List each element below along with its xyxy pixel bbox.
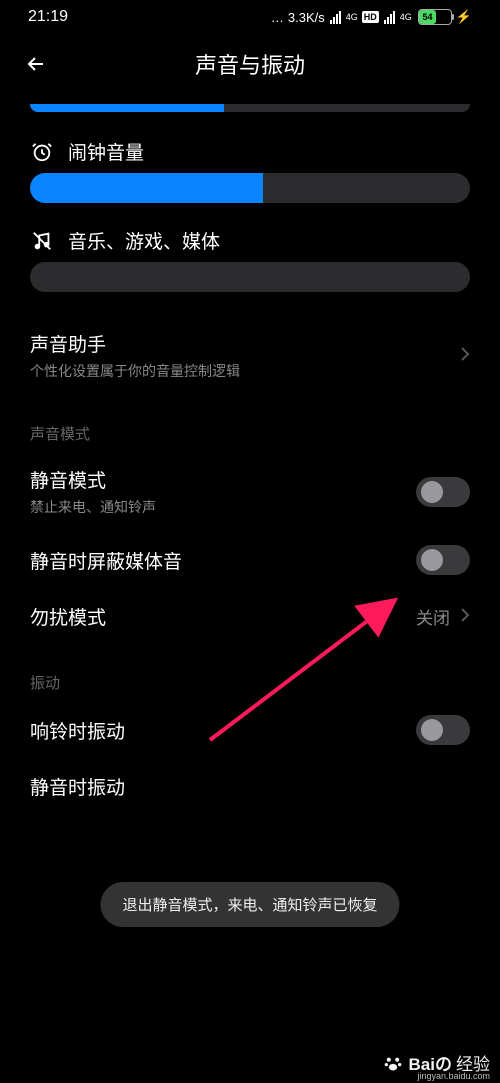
media-mute-icon: [30, 229, 54, 253]
chevron-right-icon: [460, 346, 470, 365]
sound-assistant-sub: 个性化设置属于你的音量控制逻辑: [30, 361, 460, 381]
alarm-volume-row: 闹钟音量: [30, 138, 470, 165]
status-bar: 21:19 … 3.3K/s 4G HD 4G 54 ⚡: [0, 0, 500, 30]
page-header: 声音与振动: [0, 30, 500, 104]
silent-mode-title: 静音模式: [30, 466, 416, 493]
silent-mode-item: 静音模式 禁止来电、通知铃声: [30, 452, 470, 531]
sound-mode-header: 声音模式: [30, 395, 470, 452]
charging-icon: ⚡: [456, 9, 472, 25]
chevron-right-icon: [460, 607, 470, 626]
signal-icon-1: [330, 11, 341, 24]
status-time: 21:19: [28, 8, 68, 26]
alarm-volume-label: 闹钟音量: [68, 138, 144, 165]
silent-mode-toggle[interactable]: [416, 477, 470, 507]
top-slider-partial[interactable]: [30, 104, 470, 112]
vibrate-ring-toggle[interactable]: [416, 715, 470, 745]
toast-message: 退出静音模式，来电、通知铃声已恢复: [100, 882, 399, 927]
vibrate-silent-title: 静音时振动: [30, 773, 470, 800]
vibration-header: 振动: [30, 644, 470, 701]
hd-badge: HD: [362, 11, 379, 23]
mute-media-toggle[interactable]: [416, 545, 470, 575]
back-button[interactable]: [20, 48, 52, 80]
status-indicators: … 3.3K/s 4G HD 4G 54 ⚡: [271, 9, 472, 25]
sound-assistant-item[interactable]: 声音助手 个性化设置属于你的音量控制逻辑: [30, 316, 470, 395]
silent-mode-sub: 禁止来电、通知铃声: [30, 497, 416, 517]
media-volume-slider[interactable]: [30, 262, 470, 292]
sound-assistant-title: 声音助手: [30, 330, 460, 357]
alarm-volume-slider[interactable]: [30, 173, 470, 203]
vibrate-ring-title: 响铃时振动: [30, 717, 416, 744]
dnd-title: 勿扰模式: [30, 603, 416, 630]
dnd-value: 关闭: [416, 604, 450, 629]
vibrate-ring-item: 响铃时振动: [30, 701, 470, 759]
watermark-url: jingyan.baidu.com: [417, 1071, 490, 1081]
media-volume-row: 音乐、游戏、媒体: [30, 227, 470, 254]
media-volume-label: 音乐、游戏、媒体: [68, 227, 220, 254]
battery-icon: 54: [418, 9, 452, 25]
mute-media-item: 静音时屏蔽媒体音: [30, 531, 470, 589]
signal-icon-2: [384, 11, 395, 24]
vibrate-silent-item: 静音时振动: [30, 759, 470, 800]
paw-icon: [383, 1053, 403, 1073]
mute-media-title: 静音时屏蔽媒体音: [30, 547, 416, 574]
page-title: 声音与振动: [0, 48, 500, 80]
dnd-item[interactable]: 勿扰模式 关闭: [30, 589, 470, 644]
alarm-icon: [30, 140, 54, 164]
